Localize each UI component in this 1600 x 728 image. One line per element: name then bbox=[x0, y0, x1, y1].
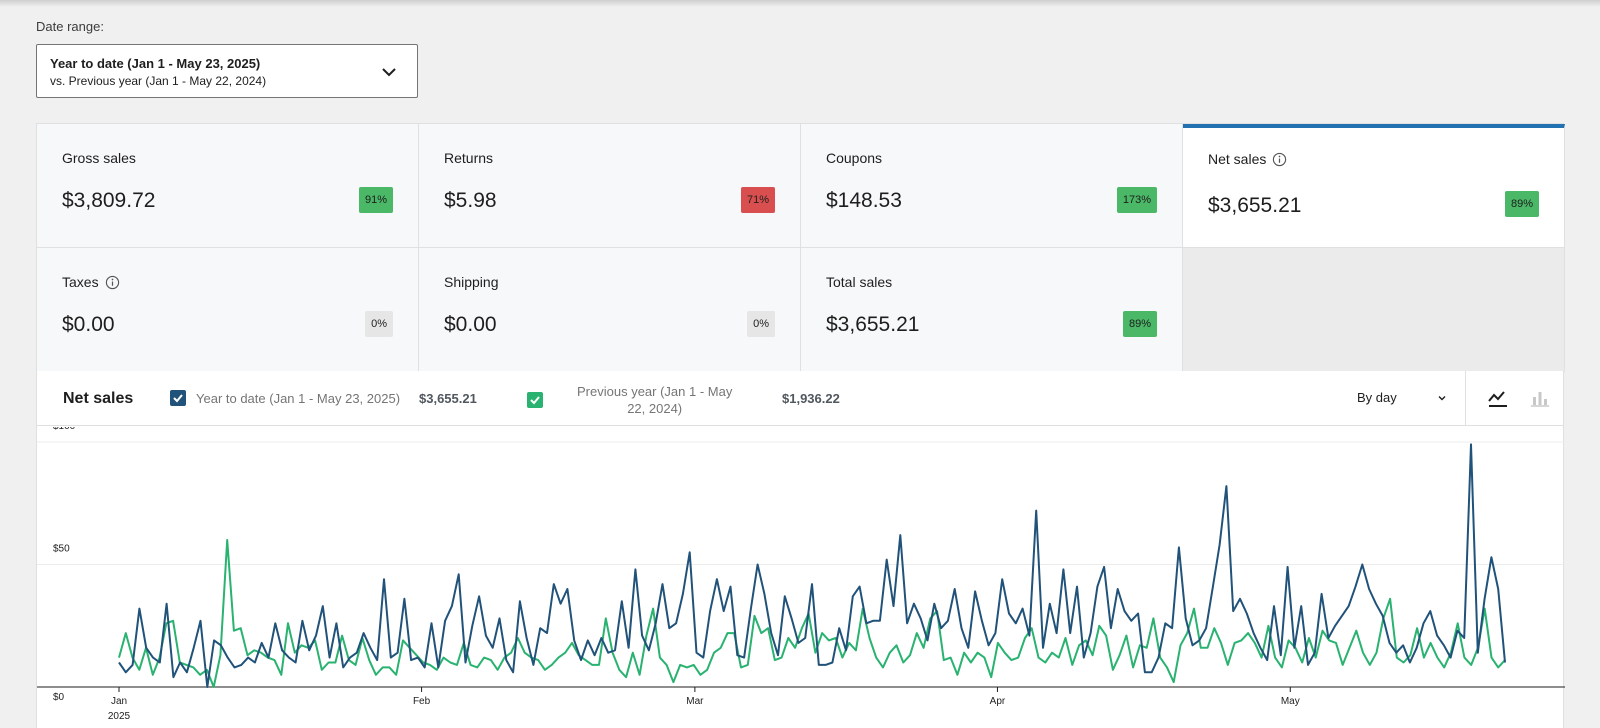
tile-label: Net sales bbox=[1208, 151, 1539, 167]
chart-header: Net sales Year to date (Jan 1 - May 23, … bbox=[37, 371, 1563, 426]
tile-label: Total sales bbox=[826, 274, 893, 290]
delta-badge: 89% bbox=[1122, 311, 1157, 337]
tile-value: $3,809.72 bbox=[62, 189, 156, 212]
tile-value: $3,655.21 bbox=[826, 313, 920, 336]
tile-coupons[interactable]: Coupons $148.53 173% bbox=[801, 124, 1183, 248]
date-range-secondary: vs. Previous year (Jan 1 - May 22, 2024) bbox=[50, 74, 267, 88]
tile-value: $3,655.21 bbox=[1208, 194, 1302, 217]
legend-current-value: $3,655.21 bbox=[419, 391, 477, 406]
interval-label: By day bbox=[1357, 390, 1397, 405]
line-chart: $100 $50 $0 Jan Feb Mar Apr May 2025 bbox=[37, 427, 1565, 722]
y-tick-label: $100 bbox=[53, 427, 76, 432]
tile-gross-sales[interactable]: Gross sales $3,809.72 91% bbox=[37, 124, 419, 248]
tile-value: $148.53 bbox=[826, 189, 902, 212]
top-shadow bbox=[0, 0, 1600, 7]
line-chart-icon[interactable] bbox=[1486, 387, 1510, 411]
chevron-down-icon bbox=[1438, 395, 1446, 400]
x-tick-year-label: 2025 bbox=[108, 711, 131, 722]
y-tick-label: $0 bbox=[53, 692, 65, 703]
interval-select[interactable]: By day bbox=[1357, 390, 1447, 405]
info-icon[interactable] bbox=[1272, 152, 1287, 167]
delta-badge: 71% bbox=[740, 187, 775, 213]
bar-chart-icon[interactable] bbox=[1528, 387, 1552, 411]
chevron-down-icon bbox=[382, 68, 396, 77]
delta-badge: 91% bbox=[358, 187, 393, 213]
tile-value: $0.00 bbox=[444, 313, 497, 336]
tile-label: Returns bbox=[444, 150, 494, 166]
tile-label: Taxes bbox=[62, 274, 393, 290]
checkbox-checked-icon[interactable] bbox=[527, 392, 543, 408]
legend-label: Previous year (Jan 1 - May 22, 2024) bbox=[577, 384, 733, 416]
date-range-label: Date range: bbox=[36, 19, 104, 34]
delta-badge: 0% bbox=[365, 311, 393, 337]
y-tick-label: $50 bbox=[53, 544, 70, 555]
tile-empty bbox=[1183, 248, 1565, 372]
delta-badge: 173% bbox=[1116, 187, 1157, 213]
x-tick-label: Apr bbox=[990, 696, 1006, 707]
tile-label: Shipping bbox=[444, 274, 499, 290]
delta-badge: 89% bbox=[1504, 191, 1539, 217]
tile-label: Gross sales bbox=[62, 150, 136, 166]
tile-total-sales[interactable]: Total sales $3,655.21 89% bbox=[801, 248, 1183, 372]
chart-type-toggle bbox=[1465, 371, 1565, 426]
chart-title: Net sales bbox=[63, 390, 134, 407]
delta-badge: 0% bbox=[747, 311, 775, 337]
chart-panel: Net sales Year to date (Jan 1 - May 23, … bbox=[36, 371, 1565, 728]
tile-value: $0.00 bbox=[62, 313, 115, 336]
date-range-primary: Year to date (Jan 1 - May 23, 2025) bbox=[50, 56, 261, 71]
tile-label: Coupons bbox=[826, 150, 883, 166]
tile-shipping[interactable]: Shipping $0.00 0% bbox=[419, 248, 801, 372]
info-icon[interactable] bbox=[105, 275, 120, 290]
series-line-previous bbox=[118, 539, 1506, 688]
x-tick-label: Mar bbox=[686, 696, 704, 707]
x-tick-label: Feb bbox=[413, 696, 431, 707]
legend-label: Year to date (Jan 1 - May 23, 2025) bbox=[196, 390, 401, 406]
checkbox-checked-icon[interactable] bbox=[170, 390, 186, 406]
tile-taxes[interactable]: Taxes $0.00 0% bbox=[37, 248, 419, 372]
x-tick-label: Jan bbox=[111, 696, 127, 707]
summary-tiles: Gross sales $3,809.72 91% Returns $5.98 … bbox=[36, 123, 1565, 372]
tile-value: $5.98 bbox=[444, 189, 497, 212]
tile-returns[interactable]: Returns $5.98 71% bbox=[419, 124, 801, 248]
legend-previous-period[interactable]: Previous year (Jan 1 - May 22, 2024) bbox=[527, 383, 732, 417]
legend-previous-value: $1,936.22 bbox=[782, 391, 840, 406]
tile-net-sales[interactable]: Net sales $3,655.21 89% bbox=[1183, 124, 1565, 248]
legend-current-period[interactable]: Year to date (Jan 1 - May 23, 2025) bbox=[170, 390, 400, 406]
date-range-selector[interactable]: Year to date (Jan 1 - May 23, 2025) vs. … bbox=[36, 44, 418, 98]
x-tick-label: May bbox=[1281, 696, 1300, 707]
